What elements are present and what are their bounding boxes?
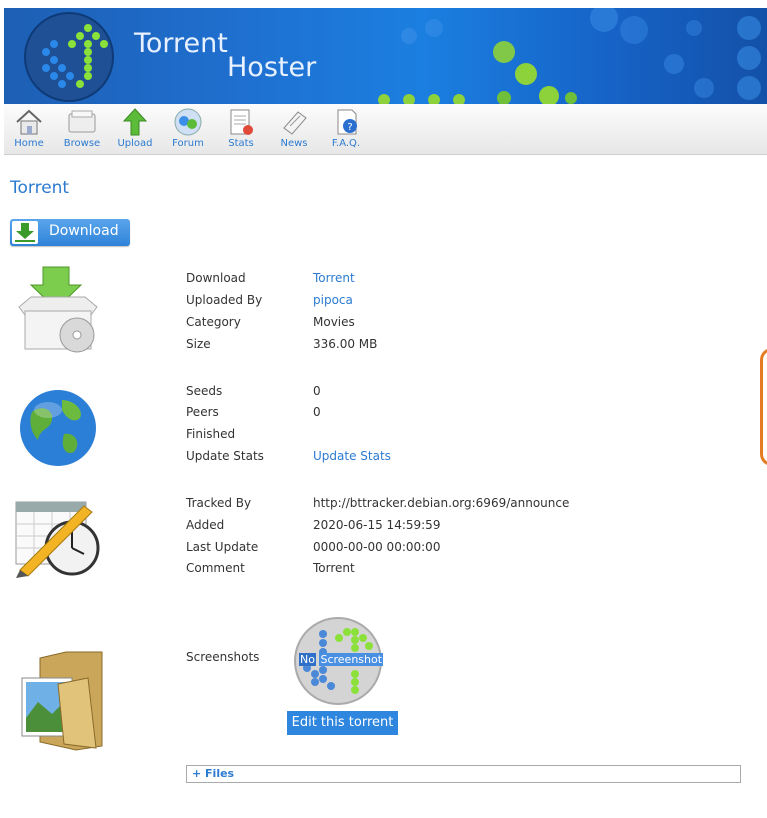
- banner-decoration: [378, 8, 761, 104]
- package-disc-icon: [18, 266, 98, 353]
- news-icon: [283, 111, 307, 135]
- upload-icon: [122, 108, 148, 136]
- nav-news[interactable]: News: [270, 106, 318, 152]
- category-label: Category: [186, 315, 241, 329]
- svg-text:?: ?: [347, 122, 352, 133]
- added-label: Added: [186, 518, 225, 532]
- download-torrent-link[interactable]: Torrent: [313, 271, 355, 285]
- nav-faq[interactable]: ? F.A.Q.: [322, 106, 370, 152]
- update-stats-link[interactable]: Update Stats: [313, 449, 391, 463]
- nav-faq-label: F.A.Q.: [331, 138, 361, 149]
- globe-icon: [20, 390, 96, 466]
- nav-bar: Home Browse Upload Forum Stats News ? F.…: [4, 104, 767, 155]
- download-button-label: Download: [49, 223, 119, 239]
- category-value: Movies: [313, 315, 355, 329]
- nav-forum-label: Forum: [172, 138, 204, 149]
- nav-news-label: News: [280, 138, 308, 149]
- nav-upload[interactable]: Upload: [111, 106, 159, 152]
- seeds-label: Seeds: [186, 384, 223, 398]
- download-label: Download: [186, 271, 246, 285]
- files-panel: + Files: [186, 765, 741, 783]
- side-tab[interactable]: [760, 348, 767, 466]
- image-folder-icon: [21, 651, 103, 751]
- edit-torrent-button[interactable]: Edit this torrent: [287, 711, 398, 735]
- site-title-line1: Torrent: [134, 28, 228, 59]
- browse-icon: [68, 110, 96, 133]
- site-title-line2: Hoster: [227, 52, 317, 83]
- comment-label: Comment: [186, 561, 245, 575]
- nav-home[interactable]: Home: [5, 106, 53, 152]
- forum-icon: [174, 108, 202, 136]
- last-update-label: Last Update: [186, 540, 259, 554]
- home-icon: [16, 109, 42, 135]
- last-update-value: 0000-00-00 00:00:00: [313, 540, 441, 554]
- page-title: Torrent: [10, 178, 70, 198]
- added-value: 2020-06-15 14:59:59: [313, 518, 441, 532]
- uploaded-by-label: Uploaded By: [186, 293, 263, 307]
- download-button[interactable]: Download: [10, 219, 130, 246]
- peers-value: 0: [313, 405, 321, 419]
- tracker-url: http://bttracker.debian.org:6969/announc…: [313, 496, 570, 510]
- logo-icon: [24, 12, 114, 102]
- no-screenshot-caption: No Screenshot: [299, 653, 384, 666]
- size-label: Size: [186, 337, 211, 351]
- tracked-by-label: Tracked By: [186, 496, 252, 510]
- no-screenshot-caption-no: No: [299, 653, 316, 666]
- nav-browse[interactable]: Browse: [58, 106, 106, 152]
- size-value: 336.00 MB: [313, 337, 378, 351]
- seeds-value: 0: [313, 384, 321, 398]
- uploader-link[interactable]: pipoca: [313, 293, 353, 307]
- faq-icon: ?: [337, 109, 357, 135]
- peers-label: Peers: [186, 405, 219, 419]
- files-toggle[interactable]: + Files: [192, 767, 234, 780]
- nav-home-label: Home: [14, 138, 44, 149]
- nav-upload-label: Upload: [117, 138, 153, 149]
- stats-icon: [230, 109, 253, 135]
- nav-forum[interactable]: Forum: [164, 106, 212, 152]
- comment-value: Torrent: [313, 561, 355, 575]
- screenshots-label: Screenshots: [186, 650, 260, 664]
- nav-browse-label: Browse: [63, 138, 101, 149]
- header-banner: Torrent Hoster: [4, 8, 767, 104]
- nav-stats-label: Stats: [228, 138, 254, 149]
- update-stats-label: Update Stats: [186, 449, 264, 463]
- no-screenshot-caption-text: Screenshot: [319, 653, 384, 666]
- nav-stats[interactable]: Stats: [217, 106, 265, 152]
- calendar-clock-icon: [15, 501, 100, 578]
- finished-label: Finished: [186, 427, 236, 441]
- download-arrow-icon: [12, 221, 38, 244]
